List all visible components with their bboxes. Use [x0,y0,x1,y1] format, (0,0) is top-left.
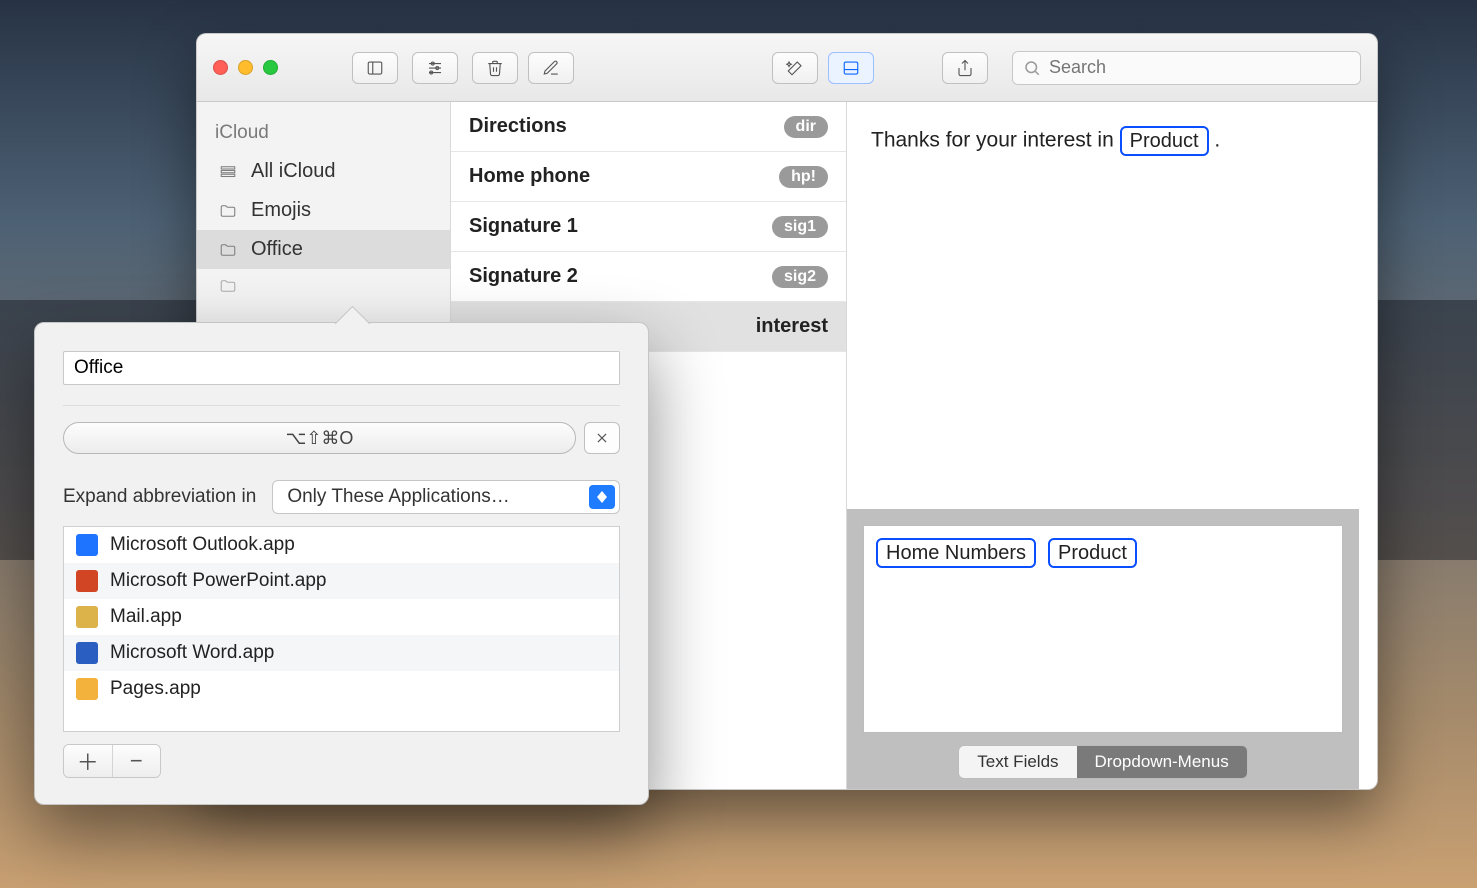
app-icon [76,534,98,556]
app-row[interactable]: Pages.app [64,671,619,707]
add-remove-controls: ＋ − [63,744,161,778]
snippet-row[interactable]: Home phone hp! [451,152,846,202]
window-controls [213,60,278,75]
app-name: Microsoft Word.app [110,642,274,664]
close-window-button[interactable] [213,60,228,75]
keyboard-shortcut-field[interactable]: ⌥⇧⌘O [63,422,576,454]
app-row[interactable]: Microsoft PowerPoint.app [64,563,619,599]
sidebar-group-title: iCloud [197,118,450,152]
app-icon [76,570,98,592]
snippet-name: Home phone [469,165,590,188]
application-list: Microsoft Outlook.app Microsoft PowerPoi… [63,526,620,732]
chevron-updown-icon [589,485,615,509]
app-name: Microsoft PowerPoint.app [110,570,327,592]
sliders-icon [426,59,444,77]
sidebar-item-label: Emojis [251,199,311,222]
app-icon [76,642,98,664]
sidebar-item-label: All iCloud [251,160,335,183]
magic-button[interactable] [772,52,818,84]
minimize-window-button[interactable] [238,60,253,75]
snippet-name: Directions [469,115,567,138]
select-value: Only These Applications… [287,486,510,508]
sidebar-item-office[interactable]: Office [197,230,450,269]
group-name-input[interactable] [63,351,620,385]
divider [63,405,620,406]
sidebar-item-more[interactable] [197,269,450,303]
clear-shortcut-button[interactable] [584,422,620,454]
fields-panel-button[interactable] [828,52,874,84]
folder-icon [217,277,239,295]
snippet-name-partial: interest [756,315,828,338]
expansion-scope-select[interactable]: Only These Applications… [272,480,620,514]
toggle-sidebar-button[interactable] [352,52,398,84]
keyboard-shortcut-value: ⌥⇧⌘O [286,428,354,449]
snippet-name: Signature 2 [469,265,578,288]
app-name: Pages.app [110,678,201,700]
delete-button[interactable] [472,52,518,84]
token-home-numbers[interactable]: Home Numbers [876,538,1036,568]
snippet-row[interactable]: Signature 2 sig2 [451,252,846,302]
app-icon [76,678,98,700]
folder-icon [217,241,239,259]
content-pane: Thanks for your interest in Product . Ho… [847,102,1377,789]
close-icon [595,431,609,445]
group-settings-popover: ⌥⇧⌘O Expand abbreviation in Only These A… [34,322,649,805]
app-name: Microsoft Outlook.app [110,534,295,556]
expansion-text-suffix: . [1214,129,1220,152]
fields-tray: Home Numbers Product Text Fields Dropdow… [847,509,1359,789]
snippet-row[interactable]: Signature 1 sig1 [451,202,846,252]
folder-icon [217,202,239,220]
field-type-segmented: Text Fields Dropdown-Menus [958,745,1247,779]
sidebar-item-label: Office [251,238,303,261]
expand-in-label: Expand abbreviation in [63,486,256,508]
share-icon [956,59,974,77]
app-icon [76,606,98,628]
app-row[interactable]: Microsoft Outlook.app [64,527,619,563]
expansion-text: Thanks for your interest in [871,129,1120,152]
sidebar-icon [366,59,384,77]
settings-button[interactable] [412,52,458,84]
add-app-button[interactable]: ＋ [64,745,113,777]
snippet-abbrev: sig1 [772,216,828,238]
placeholder-token-product[interactable]: Product [1120,126,1209,156]
snippet-abbrev: hp! [779,166,828,188]
snippet-abbrev: sig2 [772,266,828,288]
snippet-abbrev: dir [784,116,828,138]
tokens-box: Home Numbers Product [863,525,1343,733]
segment-dropdown-menus[interactable]: Dropdown-Menus [1077,746,1247,778]
zoom-window-button[interactable] [263,60,278,75]
app-name: Mail.app [110,606,182,628]
compose-button[interactable] [528,52,574,84]
token-product[interactable]: Product [1048,538,1137,568]
sidebar-item-emojis[interactable]: Emojis [197,191,450,230]
wand-icon [786,59,804,77]
snippet-row[interactable]: Directions dir [451,102,846,152]
search-icon [1023,59,1041,77]
sidebar-item-all-icloud[interactable]: All iCloud [197,152,450,191]
titlebar [197,34,1377,102]
segment-text-fields[interactable]: Text Fields [959,746,1076,778]
expansion-editor[interactable]: Thanks for your interest in Product . [847,102,1377,156]
compose-icon [542,59,560,77]
search-input[interactable] [1049,57,1350,78]
panel-icon [842,59,860,77]
share-button[interactable] [942,52,988,84]
snippet-name: Signature 1 [469,215,578,238]
stack-icon [217,163,239,181]
trash-icon [486,59,504,77]
remove-app-button[interactable]: − [113,745,161,777]
app-row[interactable]: Mail.app [64,599,619,635]
search-field-wrap[interactable] [1012,51,1361,85]
app-row[interactable]: Microsoft Word.app [64,635,619,671]
